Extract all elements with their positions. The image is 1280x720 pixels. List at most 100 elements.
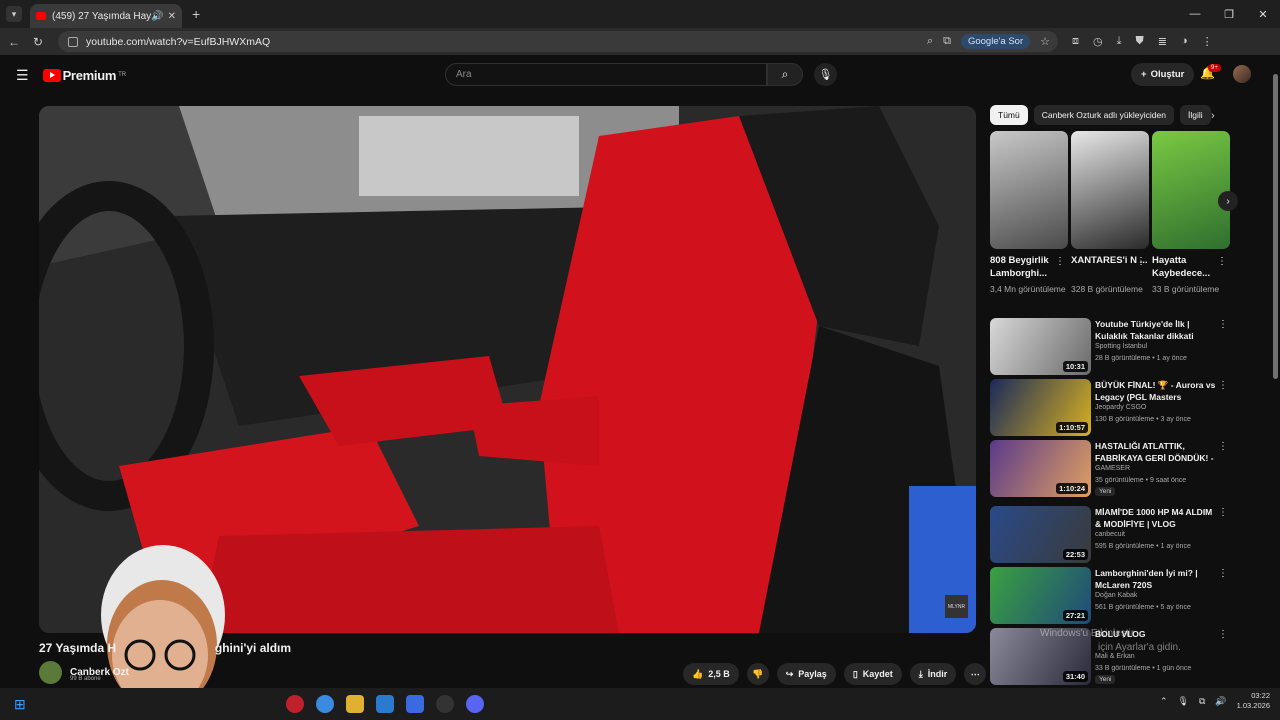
related-thumbnail[interactable]: 10:31: [990, 318, 1091, 375]
maximize-icon[interactable]: ❐: [1212, 0, 1246, 28]
related-menu-icon[interactable]: ⋮: [1218, 380, 1228, 391]
related-video[interactable]: 22:53 MİAMİ'DE 1000 HP M4 ALDIM & MODİFİ…: [990, 506, 1230, 564]
youtube-header: ☰ Premium TR Ara ⌕ 🎙 + Oluştur 🔔 9+: [0, 55, 1280, 95]
more-actions-button[interactable]: ⋯: [964, 663, 987, 685]
related-title: HASTALIĞI ATLATTIK, FABRİKAYA GERİ DÖNDÜ…: [1095, 441, 1214, 463]
browser-tabbar: ▾ (459) 27 Yaşımda Hayalimdeki 🔊 ✕ + — ❐…: [0, 0, 1280, 28]
new-tab-button[interactable]: +: [192, 6, 200, 22]
related-thumbnail[interactable]: 1:10:24: [990, 440, 1091, 497]
new-badge: Yeni: [1095, 487, 1116, 496]
network-icon[interactable]: ⧉: [1199, 696, 1205, 707]
create-button[interactable]: + Oluştur: [1131, 63, 1195, 86]
search-input[interactable]: Ara: [445, 63, 767, 86]
downloads-icon[interactable]: ⤓: [1117, 35, 1122, 48]
more-icon[interactable]: ⋮: [1202, 35, 1213, 48]
related-video[interactable]: 1:10:57 BÜYÜK FİNAL! 🏆 - Aurora vs Legac…: [990, 379, 1230, 437]
related-menu-icon[interactable]: ⋮: [1218, 441, 1228, 452]
youtube-logo[interactable]: Premium TR: [42, 68, 127, 83]
shorts-next-icon[interactable]: ›: [1218, 191, 1238, 211]
chrome-icon[interactable]: [315, 695, 334, 713]
related-video[interactable]: 1:10:24 HASTALIĞI ATLATTIK, FABRİKAYA GE…: [990, 440, 1230, 498]
tab-audio-icon[interactable]: 🔊: [151, 11, 163, 22]
voice-search-button[interactable]: 🎙: [814, 63, 837, 86]
short-thumbnail[interactable]: [1071, 131, 1149, 249]
clock[interactable]: 03:22 1.03.2026: [1237, 691, 1270, 711]
related-meta: 35 görüntüleme • 9 saat önce: [1095, 477, 1187, 484]
mail-icon[interactable]: [405, 695, 424, 713]
chip-all[interactable]: Tümü: [990, 105, 1028, 125]
shorts-shelf: [990, 131, 1230, 249]
scrollbar-thumb[interactable]: [1273, 74, 1278, 379]
reload-icon[interactable]: ↻: [26, 35, 50, 49]
related-channel: Mali & Erkan: [1095, 653, 1135, 660]
google-ask-button[interactable]: Google'a Sor: [960, 34, 1031, 49]
youtube-play-icon: [42, 68, 61, 82]
shield-icon[interactable]: ⛊: [1135, 35, 1143, 48]
short-thumbnail[interactable]: [990, 131, 1068, 249]
site-info-icon[interactable]: [68, 36, 78, 47]
browser-tab-active[interactable]: (459) 27 Yaşımda Hayalimdeki 🔊 ✕: [30, 4, 182, 28]
profile-icon[interactable]: ◑: [1181, 35, 1188, 48]
chip-uploader[interactable]: Canberk Ozturk adlı yükleyiciden: [1033, 105, 1174, 125]
save-button[interactable]: ▯ Kaydet: [843, 663, 902, 685]
related-meta: 33 B görüntüleme • 1 gün önce: [1095, 665, 1192, 672]
plus-icon: +: [1141, 69, 1147, 80]
reading-list-icon[interactable]: ≣: [1158, 35, 1167, 48]
minimize-icon[interactable]: —: [1178, 0, 1212, 28]
related-video[interactable]: 10:31 Youtube Türkiye'de İlk | Kulaklık …: [990, 318, 1230, 376]
short-info[interactable]: 808 Beygirlik Lamborghi... 3,4 Mn görünt…: [990, 254, 1068, 295]
back-icon[interactable]: ←: [2, 35, 26, 49]
extensions-icon[interactable]: ⧈: [1072, 35, 1079, 48]
related-menu-icon[interactable]: ⋮: [1218, 319, 1228, 330]
address-bar[interactable]: youtube.com/watch?v=EufBJHWXmAQ ⌕ ⧉ Goog…: [58, 31, 1058, 52]
windows-start-icon[interactable]: ⊞: [14, 696, 26, 713]
related-thumbnail[interactable]: 1:10:57: [990, 379, 1091, 436]
cast-icon[interactable]: ⧉: [943, 35, 951, 48]
close-window-icon[interactable]: ✕: [1246, 0, 1280, 28]
short-menu-icon[interactable]: ⋮: [1136, 256, 1146, 267]
related-menu-icon[interactable]: ⋮: [1218, 568, 1228, 579]
download-button[interactable]: ⤓ İndir: [909, 663, 957, 685]
tray-chevron-icon[interactable]: ⌃: [1160, 696, 1168, 707]
related-video[interactable]: 27:21 Lamborghini'den İyi mi? | McLaren …: [990, 567, 1230, 625]
file-explorer-icon[interactable]: [345, 695, 364, 713]
page-scrollbar[interactable]: [1272, 60, 1280, 688]
related-meta: 28 B görüntüleme • 1 ay önce: [1095, 355, 1187, 362]
search-button[interactable]: ⌕: [767, 63, 803, 86]
channel-watermark[interactable]: MLYNR: [945, 595, 968, 618]
tab-search-icon[interactable]: ▾: [6, 6, 22, 22]
dislike-button[interactable]: 👎: [746, 663, 769, 685]
tab-close-icon[interactable]: ✕: [168, 11, 176, 22]
history-icon[interactable]: ◷: [1093, 35, 1103, 48]
store-icon[interactable]: [375, 695, 394, 713]
like-button[interactable]: 👍 2,5 B: [683, 663, 739, 685]
related-thumbnail[interactable]: 22:53: [990, 506, 1091, 563]
mic-tray-icon[interactable]: 🎙: [1178, 696, 1189, 707]
app-red-icon[interactable]: [285, 695, 304, 713]
related-channel: canbecuit: [1095, 531, 1125, 538]
menu-icon[interactable]: ☰: [16, 67, 29, 84]
share-button[interactable]: ↪ Paylaş: [776, 663, 836, 685]
related-menu-icon[interactable]: ⋮: [1218, 629, 1228, 640]
account-avatar[interactable]: [1233, 65, 1251, 83]
bookmark-icon: ▯: [852, 668, 858, 679]
short-menu-icon[interactable]: ⋮: [1055, 256, 1065, 267]
bookmark-star-icon[interactable]: ☆: [1040, 35, 1050, 48]
obs-icon[interactable]: [435, 695, 454, 713]
related-menu-icon[interactable]: ⋮: [1218, 507, 1228, 518]
chips-next-icon[interactable]: ›: [1211, 110, 1215, 122]
logo-region: TR: [118, 72, 127, 78]
short-info[interactable]: Hayatta Kaybedece... 33 B görüntüleme ⋮: [1152, 254, 1230, 295]
channel-avatar[interactable]: [39, 661, 62, 684]
short-thumbnail[interactable]: [1152, 131, 1230, 249]
short-info[interactable]: XANTARES'i N ... 328 B görüntüleme ⋮: [1071, 254, 1149, 295]
clock-time: 03:22: [1251, 691, 1270, 700]
video-title-left: 27 Yaşımda H: [39, 641, 117, 655]
related-thumbnail[interactable]: 27:21: [990, 567, 1091, 624]
tab-title: (459) 27 Yaşımda Hayalimdeki: [52, 10, 152, 22]
discord-icon[interactable]: [465, 695, 484, 713]
short-menu-icon[interactable]: ⋮: [1217, 256, 1227, 267]
zoom-icon[interactable]: ⌕: [927, 35, 933, 48]
chip-related[interactable]: İlgili: [1180, 105, 1211, 125]
volume-icon[interactable]: 🔊: [1215, 696, 1226, 707]
